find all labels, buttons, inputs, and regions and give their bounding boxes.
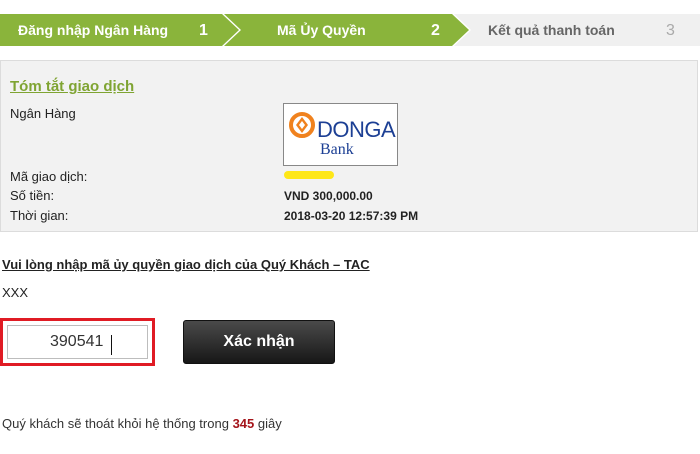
time-label: Thời gian: — [10, 208, 69, 223]
step-2-label: Mã Ủy Quyền — [277, 22, 366, 38]
logo-word-donga: DONGA — [317, 117, 396, 142]
step-1-number: 1 — [199, 22, 208, 39]
transaction-summary-panel: Tóm tắt giao dịch Ngân Hàng DONGA Bank M… — [0, 60, 698, 232]
progress-steps: Đăng nhập Ngân Hàng 1 Mã Ủy Quyền 2 Kết … — [0, 14, 700, 46]
confirm-button[interactable]: Xác nhận — [183, 320, 335, 364]
amount-value: VND 300,000.00 — [284, 189, 373, 203]
tac-code-label: XXX — [2, 285, 29, 300]
time-value: 2018-03-20 12:57:39 PM — [284, 209, 419, 223]
logo-word-bank: Bank — [320, 141, 354, 158]
step-3-number: 3 — [666, 22, 675, 39]
redacted-transaction-id — [284, 171, 334, 179]
bank-label: Ngân Hàng — [10, 106, 76, 121]
tac-input[interactable] — [7, 325, 148, 359]
step-2-number: 2 — [431, 22, 440, 39]
timer-suffix: giây — [257, 416, 282, 431]
text-caret — [111, 335, 112, 355]
timer-prefix: Quý khách sẽ thoát khỏi hệ thống trong — [2, 416, 229, 431]
step-3-label: Kết quả thanh toán — [488, 22, 615, 38]
summary-title: Tóm tắt giao dịch — [10, 78, 135, 95]
tac-heading: Vui lòng nhập mã ủy quyền giao dịch của … — [2, 257, 370, 272]
transaction-id-label: Mã giao dịch: — [10, 169, 88, 184]
amount-label: Số tiền: — [10, 188, 55, 203]
tac-input-highlight — [0, 318, 155, 366]
donga-bank-logo-icon — [289, 112, 315, 138]
timer-seconds: 345 — [232, 416, 255, 431]
donga-bank-logo: DONGA Bank — [283, 103, 398, 166]
session-timeout-notice: Quý khách sẽ thoát khỏi hệ thống trong 3… — [2, 416, 282, 431]
step-1-label: Đăng nhập Ngân Hàng — [18, 22, 169, 38]
